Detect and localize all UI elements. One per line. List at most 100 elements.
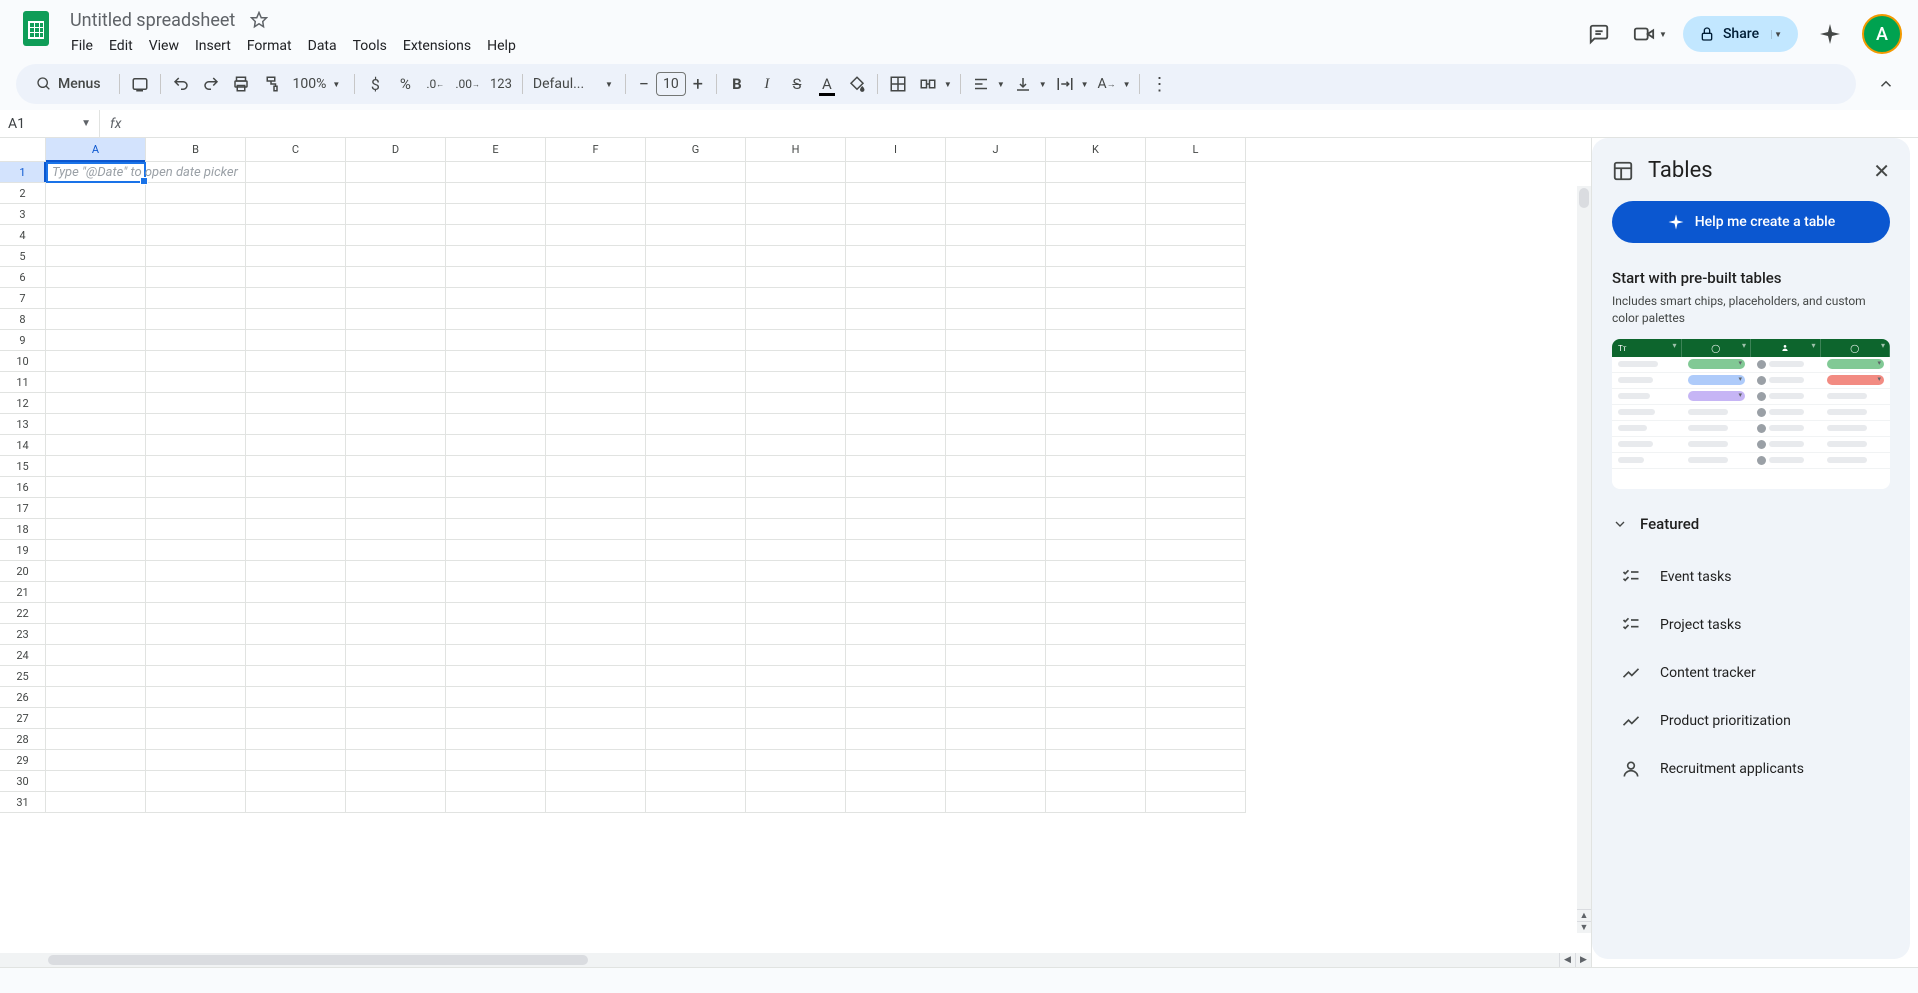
menu-data[interactable]: Data: [301, 34, 344, 58]
cell[interactable]: [546, 288, 646, 309]
zoom-select[interactable]: 100% ▼: [287, 76, 349, 92]
cell[interactable]: [646, 645, 746, 666]
cell[interactable]: [46, 435, 146, 456]
cell[interactable]: [846, 498, 946, 519]
cell[interactable]: [646, 456, 746, 477]
cell[interactable]: [746, 372, 846, 393]
fill-color-button[interactable]: [843, 68, 871, 100]
cell[interactable]: [346, 498, 446, 519]
cell[interactable]: [246, 771, 346, 792]
cell[interactable]: [1146, 246, 1246, 267]
cell[interactable]: [446, 393, 546, 414]
cell[interactable]: [246, 645, 346, 666]
print-button[interactable]: [227, 68, 255, 100]
cell[interactable]: [946, 519, 1046, 540]
cell[interactable]: [146, 771, 246, 792]
row-header[interactable]: 19: [0, 540, 46, 561]
cell[interactable]: [46, 750, 146, 771]
help-create-table-button[interactable]: Help me create a table: [1612, 201, 1890, 243]
name-box[interactable]: A1 ▼: [0, 110, 100, 137]
template-event-tasks[interactable]: Event tasks: [1612, 553, 1890, 601]
cell[interactable]: [446, 666, 546, 687]
share-dropdown-icon[interactable]: ▼: [1771, 30, 1784, 39]
cell[interactable]: [246, 330, 346, 351]
cell[interactable]: [646, 288, 746, 309]
cell[interactable]: [446, 687, 546, 708]
cell[interactable]: [446, 792, 546, 813]
cell[interactable]: [646, 414, 746, 435]
row-header[interactable]: 30: [0, 771, 46, 792]
menu-view[interactable]: View: [142, 34, 186, 58]
cell[interactable]: [946, 687, 1046, 708]
cell[interactable]: [1046, 603, 1146, 624]
cell[interactable]: [146, 750, 246, 771]
cell[interactable]: [1146, 267, 1246, 288]
cell[interactable]: [1146, 687, 1246, 708]
cell[interactable]: [1146, 183, 1246, 204]
cell[interactable]: [446, 330, 546, 351]
font-select[interactable]: Defaul... ▼: [529, 76, 619, 92]
cell[interactable]: [746, 687, 846, 708]
borders-button[interactable]: [884, 68, 912, 100]
cell[interactable]: [1046, 372, 1146, 393]
cell[interactable]: [446, 477, 546, 498]
row-header[interactable]: 3: [0, 204, 46, 225]
cell[interactable]: [546, 750, 646, 771]
cell[interactable]: [46, 498, 146, 519]
cell[interactable]: [46, 477, 146, 498]
cell[interactable]: [646, 225, 746, 246]
cell[interactable]: [546, 267, 646, 288]
cell[interactable]: [346, 666, 446, 687]
cell[interactable]: [1046, 666, 1146, 687]
cell[interactable]: [246, 456, 346, 477]
cell[interactable]: [246, 624, 346, 645]
cell[interactable]: [146, 267, 246, 288]
cell[interactable]: [746, 225, 846, 246]
chevron-down-icon[interactable]: ▼: [1121, 80, 1133, 89]
cell[interactable]: [546, 645, 646, 666]
cell[interactable]: [946, 477, 1046, 498]
row-header[interactable]: 28: [0, 729, 46, 750]
cell[interactable]: [1146, 330, 1246, 351]
cell[interactable]: [446, 603, 546, 624]
cell[interactable]: [946, 666, 1046, 687]
cell[interactable]: [1146, 372, 1246, 393]
undo-button[interactable]: [167, 68, 195, 100]
cell[interactable]: [446, 183, 546, 204]
cell[interactable]: [146, 183, 246, 204]
template-recruitment-applicants[interactable]: Recruitment applicants: [1612, 745, 1890, 793]
cell[interactable]: [1046, 204, 1146, 225]
cell[interactable]: [346, 645, 446, 666]
cell[interactable]: [946, 204, 1046, 225]
menu-tools[interactable]: Tools: [346, 34, 394, 58]
cell[interactable]: [846, 246, 946, 267]
cell[interactable]: [946, 729, 1046, 750]
cell[interactable]: [946, 351, 1046, 372]
document-title[interactable]: Untitled spreadsheet: [64, 8, 241, 33]
cell[interactable]: [446, 708, 546, 729]
column-header[interactable]: K: [1046, 138, 1146, 161]
column-header[interactable]: I: [846, 138, 946, 161]
cell[interactable]: [46, 414, 146, 435]
chevron-down-icon[interactable]: ▼: [1037, 80, 1049, 89]
cell[interactable]: [546, 498, 646, 519]
cell[interactable]: [46, 288, 146, 309]
cell[interactable]: [846, 624, 946, 645]
cell[interactable]: [446, 246, 546, 267]
cell[interactable]: [346, 309, 446, 330]
cell[interactable]: [746, 435, 846, 456]
cell[interactable]: [1046, 687, 1146, 708]
cell[interactable]: [1146, 519, 1246, 540]
cell[interactable]: [346, 162, 446, 183]
cell[interactable]: [1046, 477, 1146, 498]
cell[interactable]: [646, 162, 746, 183]
cell[interactable]: [46, 162, 146, 183]
column-header[interactable]: G: [646, 138, 746, 161]
cell[interactable]: [846, 267, 946, 288]
cell[interactable]: [546, 309, 646, 330]
cell[interactable]: [146, 204, 246, 225]
cell[interactable]: [146, 645, 246, 666]
text-wrap-button[interactable]: ▼: [1051, 68, 1091, 100]
cell[interactable]: [346, 288, 446, 309]
vertical-scrollbar[interactable]: ▲ ▼: [1577, 186, 1591, 933]
